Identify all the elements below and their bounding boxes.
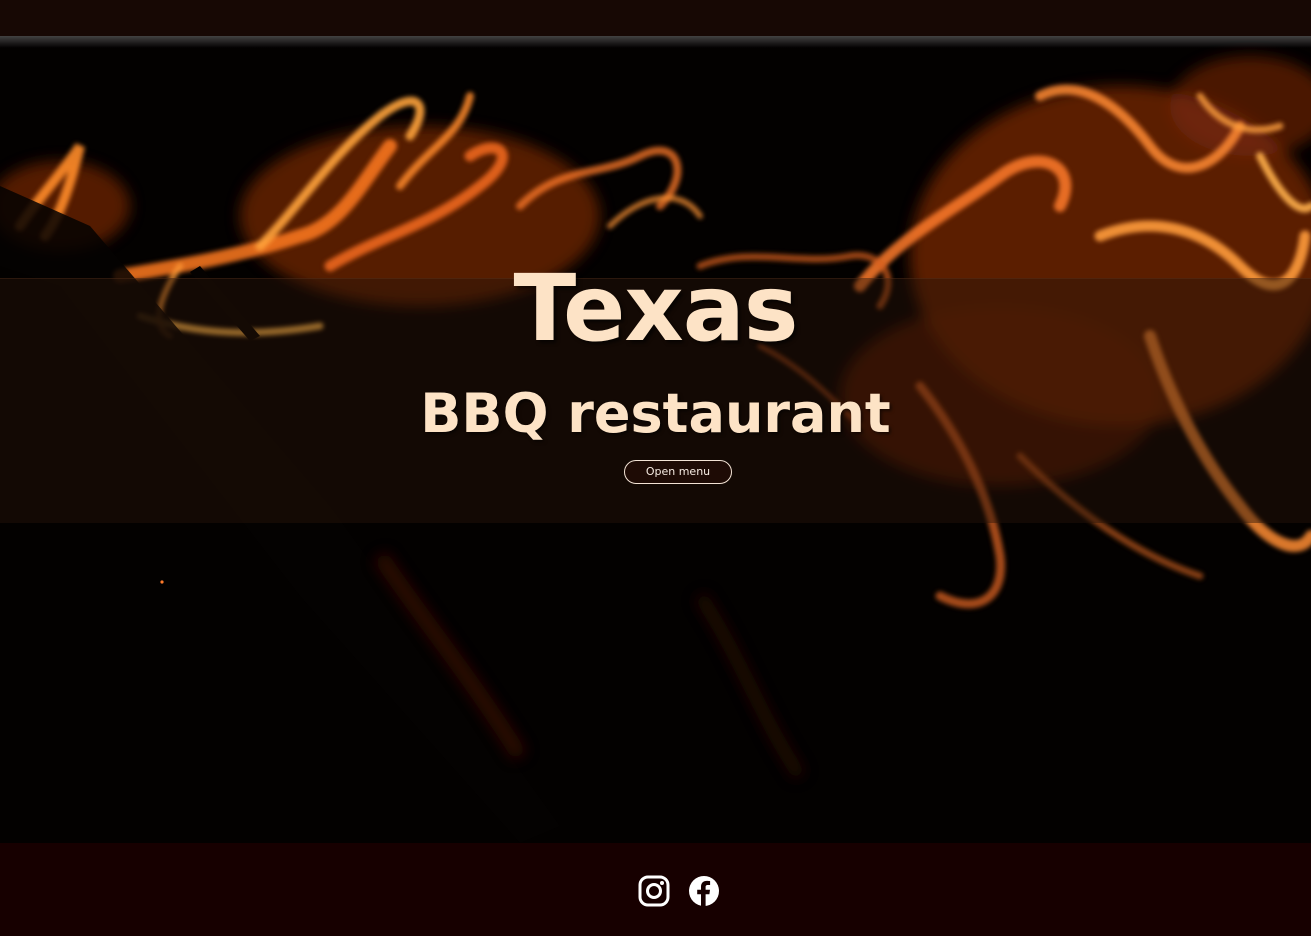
restaurant-subtitle: BBQ restaurant (420, 382, 891, 445)
restaurant-title: Texas (513, 255, 798, 362)
open-menu-button[interactable]: Open menu (624, 460, 732, 484)
facebook-icon[interactable] (688, 875, 720, 907)
instagram-icon[interactable] (638, 875, 670, 907)
top-bar (0, 0, 1311, 36)
